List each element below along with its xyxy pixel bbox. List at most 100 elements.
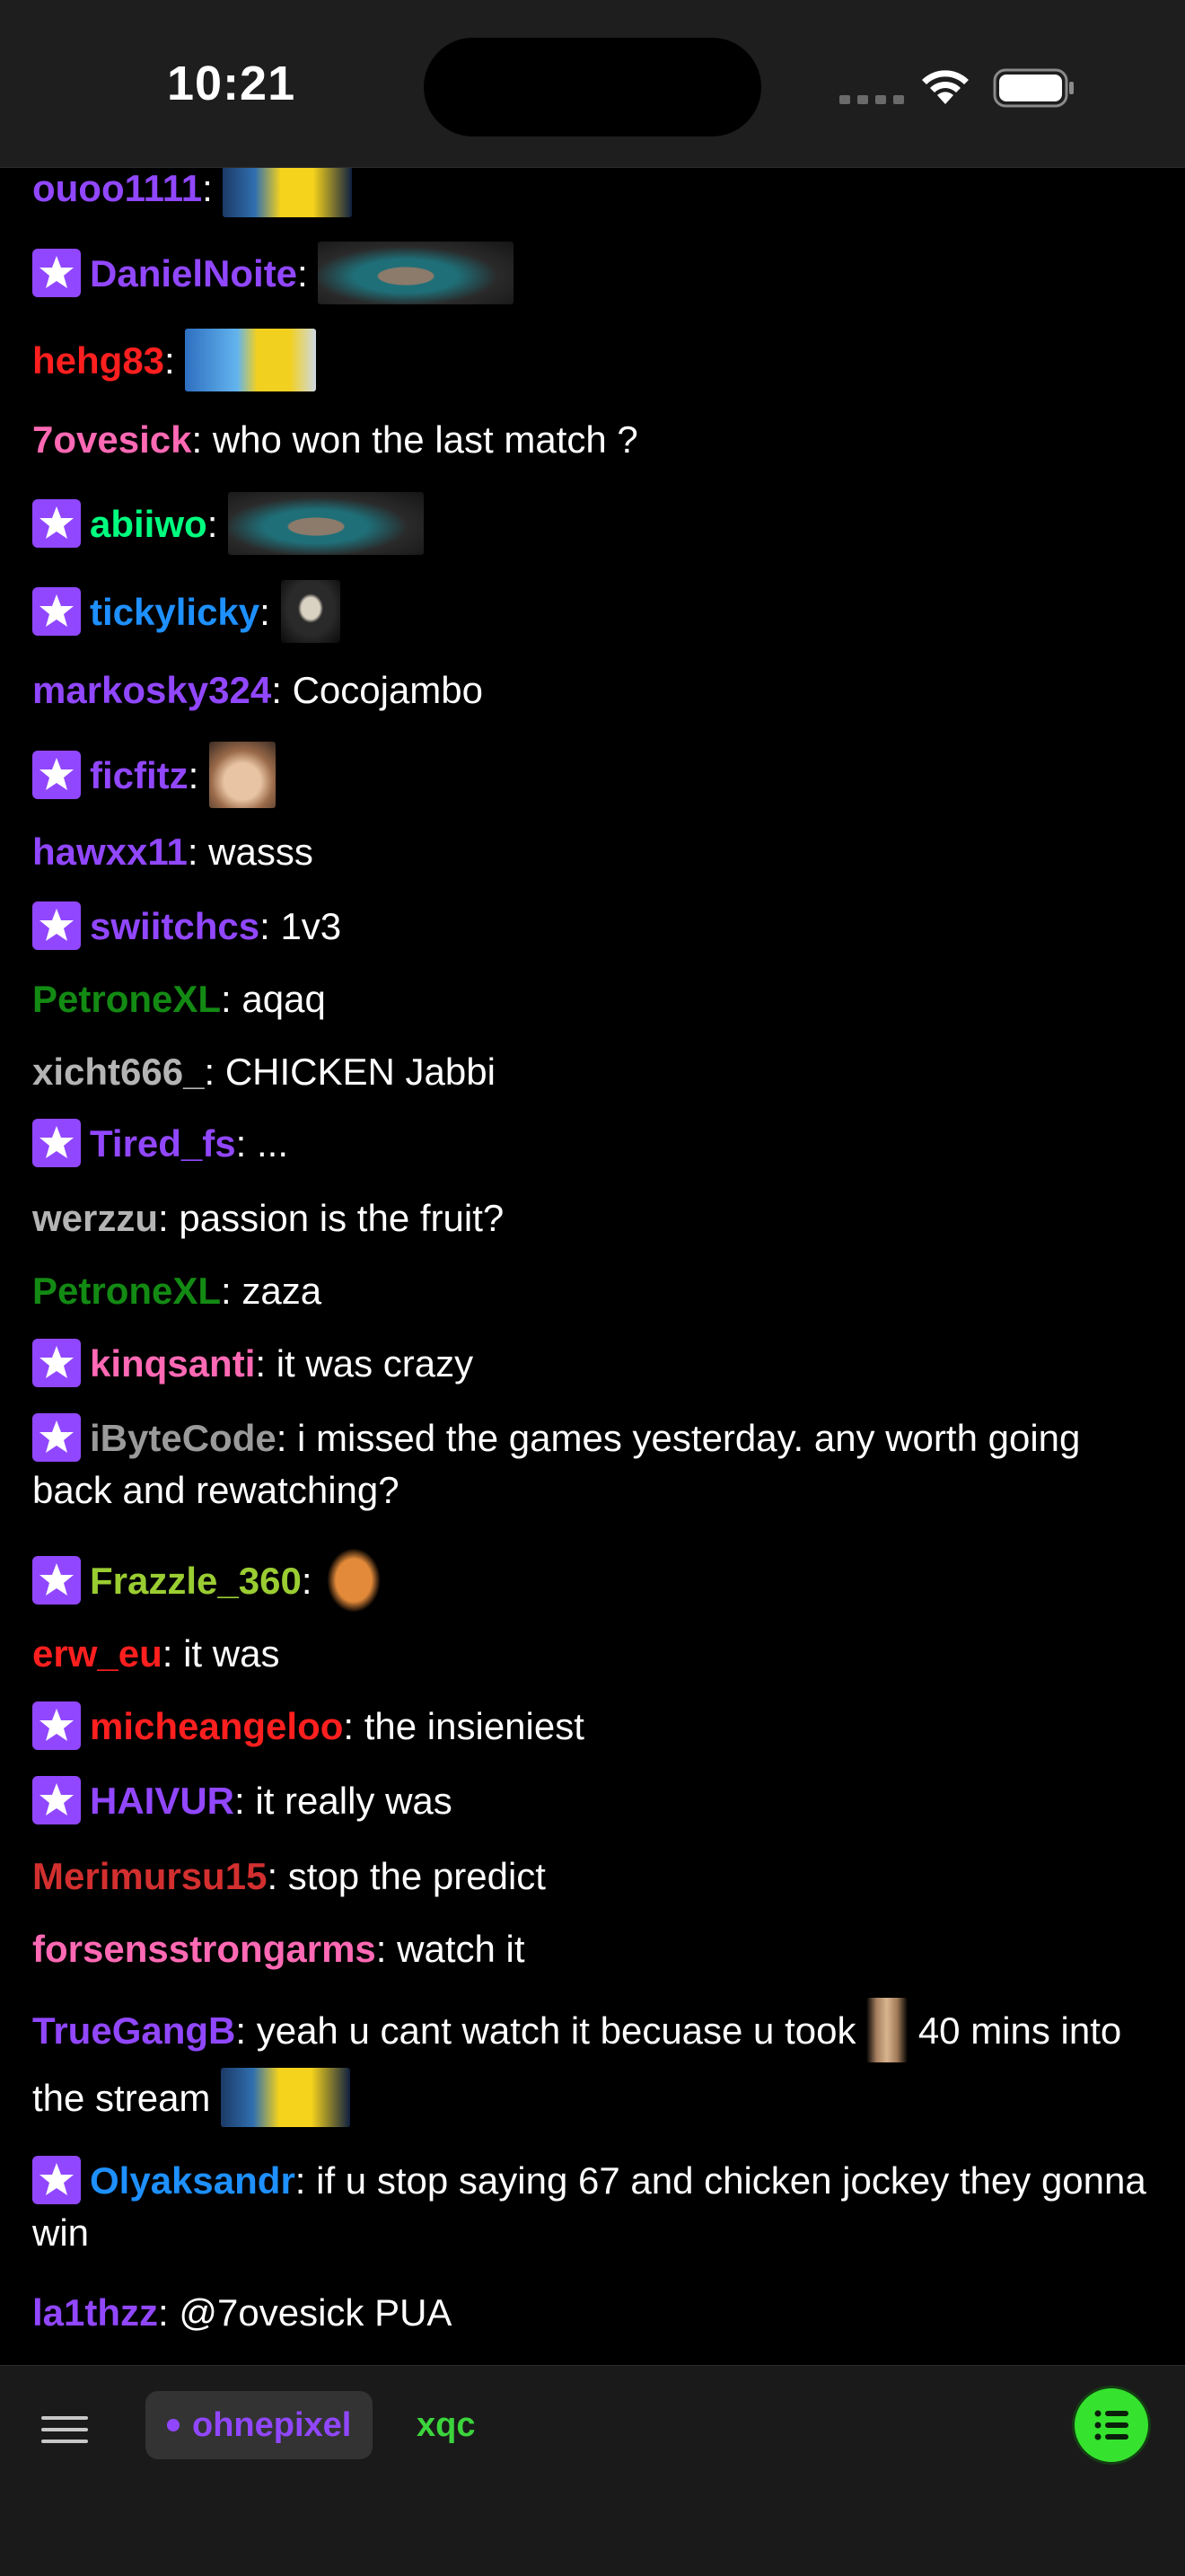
subscriber-badge-icon xyxy=(32,1118,81,1167)
chat-message: PetroneXL: zaza xyxy=(32,1270,322,1312)
battery-icon xyxy=(993,68,1074,108)
chat-message: la1thzz: @7ovesick PUA xyxy=(32,2291,452,2334)
subscriber-badge-icon xyxy=(32,901,81,950)
message-text: the insieniest xyxy=(364,1705,584,1747)
minion-emote xyxy=(223,167,353,217)
chat-message: swiitchcs: 1v3 xyxy=(32,901,1154,954)
list-icon xyxy=(1094,2410,1128,2440)
subscriber-badge-icon xyxy=(32,1775,81,1824)
stick-emote xyxy=(866,1997,908,2062)
status-time: 10:21 xyxy=(167,57,296,110)
message-text: zaza xyxy=(241,1270,322,1312)
username[interactable]: 7ovesick xyxy=(32,418,191,461)
chat-message: 7ovesick: who won the last match ? xyxy=(32,418,638,461)
username[interactable]: PetroneXL xyxy=(32,978,221,1020)
subscriber-badge-icon xyxy=(32,499,81,548)
username[interactable]: werzzu xyxy=(32,1197,158,1239)
message-text: it really was xyxy=(255,1780,452,1822)
username[interactable]: markosky324 xyxy=(32,669,271,711)
subscriber-badge-icon xyxy=(32,587,81,636)
bearded-man-emote xyxy=(318,242,514,304)
chat-message: Merimursu15: stop the predict xyxy=(32,1855,546,1897)
username[interactable]: forsensstrongarms xyxy=(32,1928,376,1970)
channel-tab-bar: ohnepixel xqc xyxy=(0,2365,1185,2576)
chat-message: werzzu: passion is the fruit? xyxy=(32,1197,505,1239)
message-text: aqaq xyxy=(241,978,326,1020)
bearded-man-emote xyxy=(228,492,425,555)
username[interactable]: ficfitz xyxy=(90,754,189,796)
message-text: @7ovesick PUA xyxy=(179,2291,452,2334)
live-dot-icon xyxy=(167,2419,180,2431)
message-text: who won the last match ? xyxy=(212,418,638,461)
message-text: it was xyxy=(183,1632,280,1675)
chat-message: ouoo1111: xyxy=(32,167,1154,221)
cellular-signal-icon xyxy=(839,95,904,104)
username[interactable]: swiitchcs xyxy=(90,905,259,947)
wifi-icon xyxy=(922,70,969,104)
username[interactable]: hawxx11 xyxy=(32,831,188,873)
username[interactable]: tickylicky xyxy=(90,591,259,633)
message-text: passion is the fruit? xyxy=(179,1197,505,1239)
chat-message: erw_eu: it was xyxy=(32,1632,280,1675)
chat-message: TrueGangB: yeah u cant watch it becuase … xyxy=(32,1997,1154,2131)
username[interactable]: ouoo1111 xyxy=(32,167,202,209)
chat-message: tickylicky: xyxy=(32,580,1154,646)
username[interactable]: micheangeloo xyxy=(90,1705,343,1747)
chat-message: HAIVUR: it really was xyxy=(32,1775,1154,1828)
username[interactable]: TrueGangB xyxy=(32,2009,235,2052)
username[interactable]: kinqsanti xyxy=(90,1342,255,1385)
chat-message: DanielNoite: xyxy=(32,242,1154,308)
chat-message: iByteCode: i missed the games yesterday.… xyxy=(32,1412,1154,1516)
username[interactable]: HAIVUR xyxy=(90,1780,234,1822)
subscriber-badge-icon xyxy=(32,1338,81,1387)
chat-message: abiiwo: xyxy=(32,492,1154,558)
subscriber-badge-icon xyxy=(32,1412,81,1462)
username[interactable]: abiiwo xyxy=(90,503,207,545)
message-text: ... xyxy=(256,1122,288,1165)
chat-message: Frazzle_360: xyxy=(32,1543,1154,1622)
fish-emote xyxy=(185,329,317,391)
tab-label: ohnepixel xyxy=(192,2405,352,2444)
chat-message: micheangeloo: the insieniest xyxy=(32,1701,1154,1754)
username[interactable]: erw_eu xyxy=(32,1632,162,1675)
chat-message: hehg83: xyxy=(32,329,1154,395)
subscriber-badge-icon xyxy=(32,249,81,297)
hooded-figure-emote xyxy=(280,580,340,643)
username[interactable]: Frazzle_360 xyxy=(90,1560,302,1602)
chat-messages[interactable]: ouoo1111: DanielNoite: hehg83: 7ovesick:… xyxy=(0,167,1185,2365)
chat-message: markosky324: Cocojambo xyxy=(32,669,484,711)
message-text: Cocojambo xyxy=(292,669,484,711)
username[interactable]: Merimursu15 xyxy=(32,1855,267,1897)
message-text: yeah u cant watch it becuase u took xyxy=(256,2009,856,2052)
hamburger-menu-icon[interactable] xyxy=(41,2416,88,2463)
status-bar: 10:21 xyxy=(0,0,1185,168)
chat-list-button[interactable] xyxy=(1072,2386,1151,2465)
tab-xqc[interactable]: xqc xyxy=(417,2391,475,2459)
dynamic-island xyxy=(424,38,761,136)
chat-message: xicht666_: CHICKEN Jabbi xyxy=(32,1051,496,1093)
username[interactable]: Olyaksandr xyxy=(90,2159,295,2202)
chat-message: PetroneXL: aqaq xyxy=(32,978,326,1020)
chat-message: Olyaksandr: if u stop saying 67 and chic… xyxy=(32,2155,1154,2258)
chat-message: forsensstrongarms: watch it xyxy=(32,1928,525,1970)
message-text: watch it xyxy=(397,1928,525,1970)
chat-message: kinqsanti: it was crazy xyxy=(32,1338,1154,1391)
minion-emote xyxy=(221,2067,351,2127)
username[interactable]: Tired_fs xyxy=(90,1122,236,1165)
orange-figure-emote xyxy=(322,1543,386,1618)
tab-ohnepixel[interactable]: ohnepixel xyxy=(145,2391,373,2459)
message-text: it was crazy xyxy=(276,1342,474,1385)
username[interactable]: iByteCode xyxy=(90,1417,276,1459)
subscriber-badge-icon xyxy=(32,751,81,799)
face-emote xyxy=(209,742,276,808)
subscriber-badge-icon xyxy=(32,1701,81,1750)
username[interactable]: xicht666_ xyxy=(32,1051,204,1093)
subscriber-badge-icon xyxy=(32,2155,81,2204)
username[interactable]: hehg83 xyxy=(32,339,164,382)
message-text: stop the predict xyxy=(287,1855,546,1897)
message-text: wasss xyxy=(208,831,313,873)
username[interactable]: PetroneXL xyxy=(32,1270,221,1312)
username[interactable]: DanielNoite xyxy=(90,252,297,295)
username[interactable]: la1thzz xyxy=(32,2291,158,2334)
message-text: CHICKEN Jabbi xyxy=(224,1051,496,1093)
